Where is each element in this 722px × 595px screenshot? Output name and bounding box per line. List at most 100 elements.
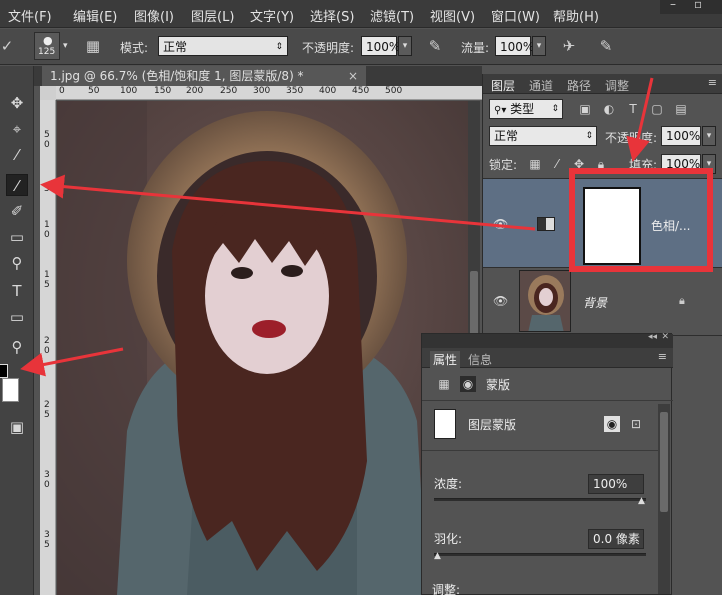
density-label: 浓度: [434, 477, 463, 491]
gradient-tool-icon[interactable]: ▭ [6, 226, 28, 248]
add-pixel-mask-icon[interactable]: ◉ [604, 416, 620, 432]
move-tool-icon[interactable]: ✥ [6, 92, 28, 114]
minimize-icon[interactable]: – [670, 0, 676, 11]
layer-opacity-dropdown[interactable]: ▾ [702, 126, 716, 146]
lock-position-icon[interactable]: ✥ [571, 156, 587, 172]
eye-visibility-icon[interactable]: 👁︎ [493, 294, 508, 308]
filter-type-icon[interactable]: T [625, 101, 641, 117]
lock-pixels-icon[interactable]: ⁄ [549, 156, 565, 172]
eraser-tool-icon[interactable]: ✐ [6, 200, 28, 222]
tab-adjustments[interactable]: 调整 [605, 77, 629, 94]
feather-slider[interactable]: ▲ [434, 551, 646, 561]
lock-all-icon[interactable]: 🔒︎ [593, 156, 609, 172]
quick-selection-tool-icon[interactable]: ⌖ [6, 118, 28, 140]
menu-help[interactable]: 帮助(H) [553, 6, 599, 25]
opacity-dropdown[interactable]: ▾ [398, 36, 412, 56]
mode-select[interactable]: 正常 ⇕ [158, 36, 288, 56]
panel-menu-icon[interactable]: ≡ [708, 76, 717, 89]
tab-paths[interactable]: 路径 [567, 77, 591, 94]
layer-filter-row: ⚲▾ 类型 ⇕ ▣ ◐ T ▢ ▤ [483, 96, 722, 122]
close-icon[interactable]: ✕ [661, 332, 669, 342]
ruler-tick: 5 [44, 184, 50, 194]
scrollbar-thumb[interactable] [660, 412, 668, 512]
document-tab[interactable]: 1.jpg @ 66.7% (色相/饱和度 1, 图层蒙版/8) * × [42, 66, 366, 86]
layer-name[interactable]: 色相/... [651, 217, 691, 234]
eyedropper-tool-icon[interactable]: ⁄ [6, 144, 28, 166]
mask-properties-icon[interactable]: ◉ [460, 376, 476, 392]
document-tab-bar: 1.jpg @ 66.7% (色相/饱和度 1, 图层蒙版/8) * × [34, 66, 482, 86]
tab-channels[interactable]: 通道 [529, 77, 553, 94]
menu-select[interactable]: 选择(S) [310, 6, 354, 25]
properties-panel-titlebar[interactable]: ◂◂ ✕ [422, 332, 673, 348]
layer-filter-select[interactable]: ⚲▾ 类型 ⇕ [489, 99, 563, 119]
chevron-updown-icon: ⇕ [585, 131, 593, 141]
tab-properties[interactable]: 属性 [430, 351, 461, 368]
document-canvas[interactable] [57, 101, 472, 595]
properties-scrollbar[interactable] [658, 404, 670, 594]
fill-input[interactable]: 100% [661, 154, 701, 174]
filter-smart-object-icon[interactable]: ▤ [673, 101, 689, 117]
ruler-tick: 100 [120, 86, 138, 96]
layers-panel-tabs: 图层 通道 路径 调整 ≡ [483, 74, 722, 94]
pressure-size-icon[interactable]: ✎ [595, 35, 617, 57]
foreground-color-swatch[interactable] [0, 364, 8, 378]
type-tool-icon[interactable]: T [6, 280, 28, 302]
layer-opacity-value: 100% [666, 129, 701, 143]
layer-row-hue-saturation[interactable]: 👁︎ 色相/... [483, 178, 722, 268]
menu-type[interactable]: 文字(Y) [250, 6, 294, 25]
filter-adjustment-icon[interactable]: ◐ [601, 101, 617, 117]
collapse-icon[interactable]: ◂◂ [648, 332, 657, 342]
menu-window[interactable]: 窗口(W) [491, 6, 540, 25]
maximize-icon[interactable]: ▫ [694, 0, 702, 11]
pressure-opacity-icon[interactable]: ✎ [424, 35, 446, 57]
menu-view[interactable]: 视图(V) [430, 6, 475, 25]
fill-dropdown[interactable]: ▾ [702, 154, 716, 174]
density-input[interactable]: 100% [588, 474, 644, 494]
airbrush-icon[interactable]: ✈ [558, 35, 580, 57]
layer-thumbnail [519, 270, 571, 332]
ruler-tick: 500 [385, 86, 403, 96]
brush-preset-picker[interactable]: ● 125 [34, 32, 60, 60]
feather-slider-thumb[interactable]: ▲ [434, 551, 441, 561]
menu-filter[interactable]: 滤镜(T) [370, 6, 414, 25]
adjustment-properties-icon[interactable]: ▦ [436, 376, 452, 392]
layer-name[interactable]: 背景 [583, 294, 607, 311]
tab-layers[interactable]: 图层 [491, 77, 515, 94]
filter-shape-icon[interactable]: ▢ [649, 101, 665, 117]
lock-transparent-icon[interactable]: ▦ [527, 156, 543, 172]
vertical-ruler[interactable]: 5 0 5 1 0 1 5 2 0 2 5 3 0 3 5 [40, 100, 56, 595]
layer-row-background[interactable]: 👁︎ 背景 🔒︎ [483, 268, 722, 336]
lock-icon: 🔒︎ [679, 294, 685, 307]
horizontal-ruler[interactable]: 0 50 100 150 200 250 300 350 400 450 500 [56, 86, 482, 100]
brush-tool-icon[interactable]: ✓ [0, 35, 14, 57]
menu-image[interactable]: 图像(I) [134, 6, 174, 25]
menu-layer[interactable]: 图层(L) [191, 6, 234, 25]
menu-edit[interactable]: 编辑(E) [73, 6, 117, 25]
screen-mode-icon[interactable]: ▣ [6, 416, 28, 438]
rectangle-tool-icon[interactable]: ▭ [6, 306, 28, 328]
background-color-swatch[interactable] [2, 378, 19, 402]
flow-input[interactable]: 100% [495, 36, 534, 56]
layer-mask-thumbnail[interactable] [583, 187, 641, 265]
dodge-tool-icon[interactable]: ⚲ [6, 252, 28, 274]
brush-tool-icon-active[interactable]: ⁄ [6, 174, 28, 196]
ruler-tick: 1 [44, 220, 50, 230]
brush-panel-toggle-icon[interactable]: ▦ [82, 35, 104, 57]
tab-info[interactable]: 信息 [468, 351, 492, 368]
layer-opacity-input[interactable]: 100% [661, 126, 701, 146]
density-slider[interactable]: ▲ [434, 496, 646, 506]
opacity-input[interactable]: 100% [361, 36, 400, 56]
panel-menu-icon[interactable]: ≡ [658, 350, 667, 363]
add-vector-mask-icon[interactable]: ⊡ [628, 416, 644, 432]
density-slider-thumb[interactable]: ▲ [638, 496, 645, 506]
layer-filter-value: 类型 [510, 102, 535, 116]
menu-file[interactable]: 文件(F) [8, 6, 52, 25]
flow-dropdown[interactable]: ▾ [532, 36, 546, 56]
eye-visibility-icon[interactable]: 👁︎ [493, 217, 508, 231]
blend-mode-select[interactable]: 正常 ⇕ [489, 126, 597, 146]
zoom-tool-icon[interactable]: ⚲ [6, 336, 28, 358]
filter-pixel-icon[interactable]: ▣ [577, 101, 593, 117]
feather-input[interactable]: 0.0 像素 [588, 529, 644, 549]
close-tab-icon[interactable]: × [348, 66, 358, 86]
chevron-down-icon[interactable]: ▾ [63, 41, 68, 51]
